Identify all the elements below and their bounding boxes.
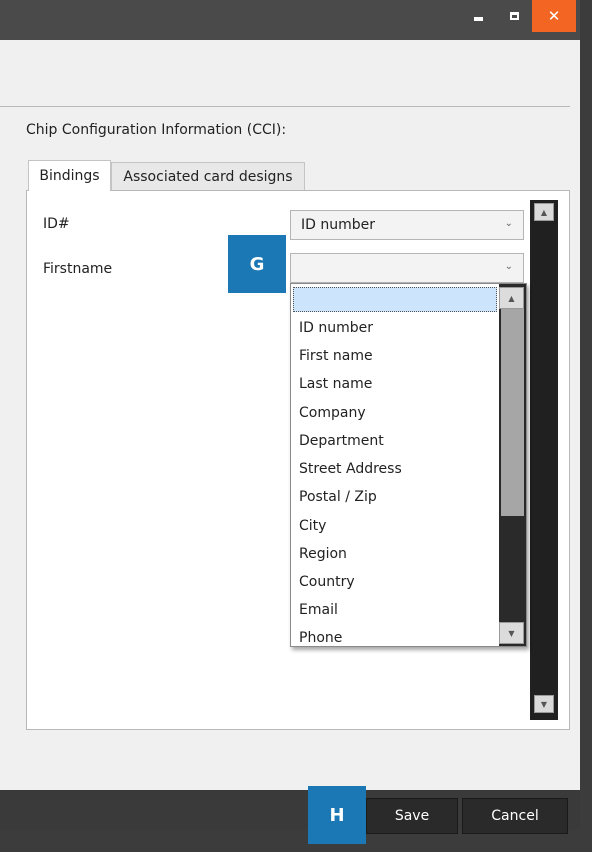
- maximize-button[interactable]: [496, 0, 532, 32]
- cci-section-label: Chip Configuration Information (CCI):: [26, 122, 287, 138]
- id-binding-select[interactable]: ID number ⌄: [290, 210, 524, 240]
- firstname-binding-select[interactable]: ⌄: [290, 253, 524, 283]
- scroll-up-arrow-icon[interactable]: ▲: [534, 203, 554, 221]
- close-button[interactable]: ✕: [532, 0, 576, 32]
- dropdown-option[interactable]: Last name: [299, 376, 372, 392]
- header-divider: [0, 106, 570, 107]
- dropdown-option[interactable]: Region: [299, 546, 347, 562]
- dropdown-selected-item[interactable]: [293, 287, 497, 312]
- binding-label-id: ID#: [43, 216, 70, 232]
- minimize-icon: [473, 17, 483, 21]
- scroll-down-arrow-icon[interactable]: ▼: [499, 622, 524, 644]
- maximize-icon: [509, 12, 519, 20]
- window-frame-right: [580, 0, 592, 852]
- chevron-down-icon: ⌄: [504, 218, 513, 229]
- dropdown-option[interactable]: City: [299, 518, 326, 534]
- binding-label-firstname: Firstname: [43, 261, 113, 277]
- dropdown-option[interactable]: Company: [299, 405, 366, 421]
- tab-bindings[interactable]: Bindings: [28, 160, 111, 191]
- dropdown-option[interactable]: Street Address: [299, 461, 402, 477]
- id-binding-value: ID number: [301, 217, 375, 233]
- dropdown-option[interactable]: ID number: [299, 320, 373, 336]
- cancel-button[interactable]: Cancel: [462, 798, 568, 834]
- dropdown-option[interactable]: Department: [299, 433, 384, 449]
- firstname-dropdown-list[interactable]: ID number First name Last name Company D…: [290, 283, 527, 647]
- scroll-down-arrow-icon[interactable]: ▼: [534, 695, 554, 713]
- tab-associated-card-designs[interactable]: Associated card designs: [111, 162, 305, 190]
- chevron-down-icon: ⌄: [504, 261, 513, 272]
- close-icon: ✕: [547, 7, 561, 25]
- callout-badge-h: H: [308, 786, 366, 844]
- dropdown-option[interactable]: First name: [299, 348, 373, 364]
- callout-badge-g: G: [228, 235, 286, 293]
- dropdown-option[interactable]: Phone: [299, 630, 342, 646]
- dropdown-option[interactable]: Country: [299, 574, 355, 590]
- save-button[interactable]: Save: [366, 798, 458, 834]
- scroll-up-arrow-icon[interactable]: ▲: [499, 287, 524, 309]
- dropdown-option[interactable]: Postal / Zip: [299, 489, 377, 505]
- panel-scrollbar[interactable]: [530, 200, 558, 720]
- minimize-button[interactable]: [460, 0, 496, 32]
- dropdown-option[interactable]: Email: [299, 602, 338, 618]
- dropdown-scroll-thumb[interactable]: [501, 304, 524, 516]
